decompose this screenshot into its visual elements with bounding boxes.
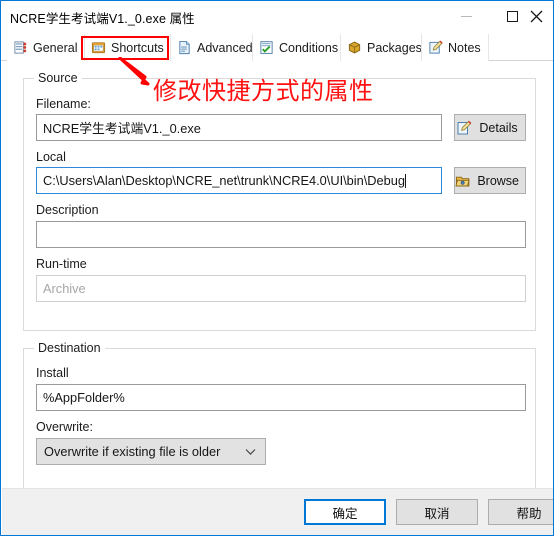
local-path-input[interactable]: C:\Users\Alan\Desktop\NCRE_net\trunk\NCR…	[36, 167, 442, 194]
shortcut-icon	[91, 42, 106, 54]
help-button[interactable]: 帮助	[488, 499, 553, 525]
description-input[interactable]	[36, 221, 526, 248]
overwrite-label: Overwrite:	[36, 420, 93, 434]
tab-notes[interactable]: Notes	[421, 34, 489, 61]
tab-general-label: General	[33, 40, 78, 55]
chevron-down-icon	[245, 448, 256, 455]
runtime-input: Archive	[36, 275, 526, 302]
document-icon	[179, 40, 190, 55]
checklist-icon	[260, 41, 273, 54]
tab-shortcuts-label: Shortcuts	[111, 40, 164, 55]
list-icon	[14, 41, 27, 54]
local-path-value: C:\Users\Alan\Desktop\NCRE_net\trunk\NCR…	[43, 173, 406, 188]
details-button-label: Details	[479, 120, 518, 135]
tab-notes-label: Notes	[448, 40, 481, 55]
source-group-title: Source	[34, 71, 82, 85]
install-input[interactable]: %AppFolder%	[36, 384, 526, 411]
close-button[interactable]	[519, 1, 553, 31]
filename-label: Filename:	[36, 97, 91, 111]
properties-dialog-window: NCRE学生考试端V1._0.exe 属性 General Shortcuts …	[0, 0, 554, 536]
minimize-icon	[460, 15, 472, 17]
tab-packages-label: Packages	[367, 40, 422, 55]
ok-button[interactable]: 确定	[304, 499, 386, 525]
tab-packages[interactable]: Packages	[340, 34, 430, 61]
destination-group: Destination	[23, 341, 536, 490]
description-label: Description	[36, 203, 99, 217]
destination-group-title: Destination	[34, 341, 105, 355]
filename-input[interactable]: NCRE学生考试端V1._0.exe	[36, 114, 442, 141]
tab-bar: General Shortcuts Advanced Conditions Pa…	[1, 32, 553, 61]
maximize-icon	[506, 10, 518, 22]
edit-note-icon	[457, 120, 472, 134]
minimize-button[interactable]	[444, 1, 488, 31]
title-bar: NCRE学生考试端V1._0.exe 属性	[1, 1, 553, 32]
browse-button[interactable]: Browse	[454, 167, 526, 194]
overwrite-dropdown[interactable]: Overwrite if existing file is older	[36, 438, 266, 465]
tab-advanced[interactable]: Advanced	[170, 34, 261, 61]
tab-general[interactable]: General	[7, 34, 86, 61]
tab-conditions[interactable]: Conditions	[252, 34, 347, 61]
local-label: Local	[36, 150, 66, 164]
text-caret	[405, 173, 407, 188]
package-icon	[348, 41, 361, 54]
details-button[interactable]: Details	[454, 114, 526, 141]
window-title: NCRE学生考试端V1._0.exe 属性	[10, 12, 195, 26]
tab-shortcuts[interactable]: Shortcuts	[84, 34, 172, 61]
runtime-label: Run-time	[36, 257, 87, 271]
folder-open-icon	[455, 176, 470, 186]
overwrite-value: Overwrite if existing file is older	[44, 444, 221, 459]
cancel-button[interactable]: 取消	[396, 499, 478, 525]
install-label: Install	[36, 366, 69, 380]
browse-button-label: Browse	[477, 173, 519, 188]
dialog-footer: 确定 取消 帮助	[2, 488, 553, 535]
shortcuts-tab-panel: Source Filename: NCRE学生考试端V1._0.exe Deta…	[2, 61, 552, 490]
notes-icon	[429, 40, 443, 54]
tab-conditions-label: Conditions	[279, 40, 339, 55]
tab-advanced-label: Advanced	[197, 40, 253, 55]
close-icon	[530, 10, 542, 22]
